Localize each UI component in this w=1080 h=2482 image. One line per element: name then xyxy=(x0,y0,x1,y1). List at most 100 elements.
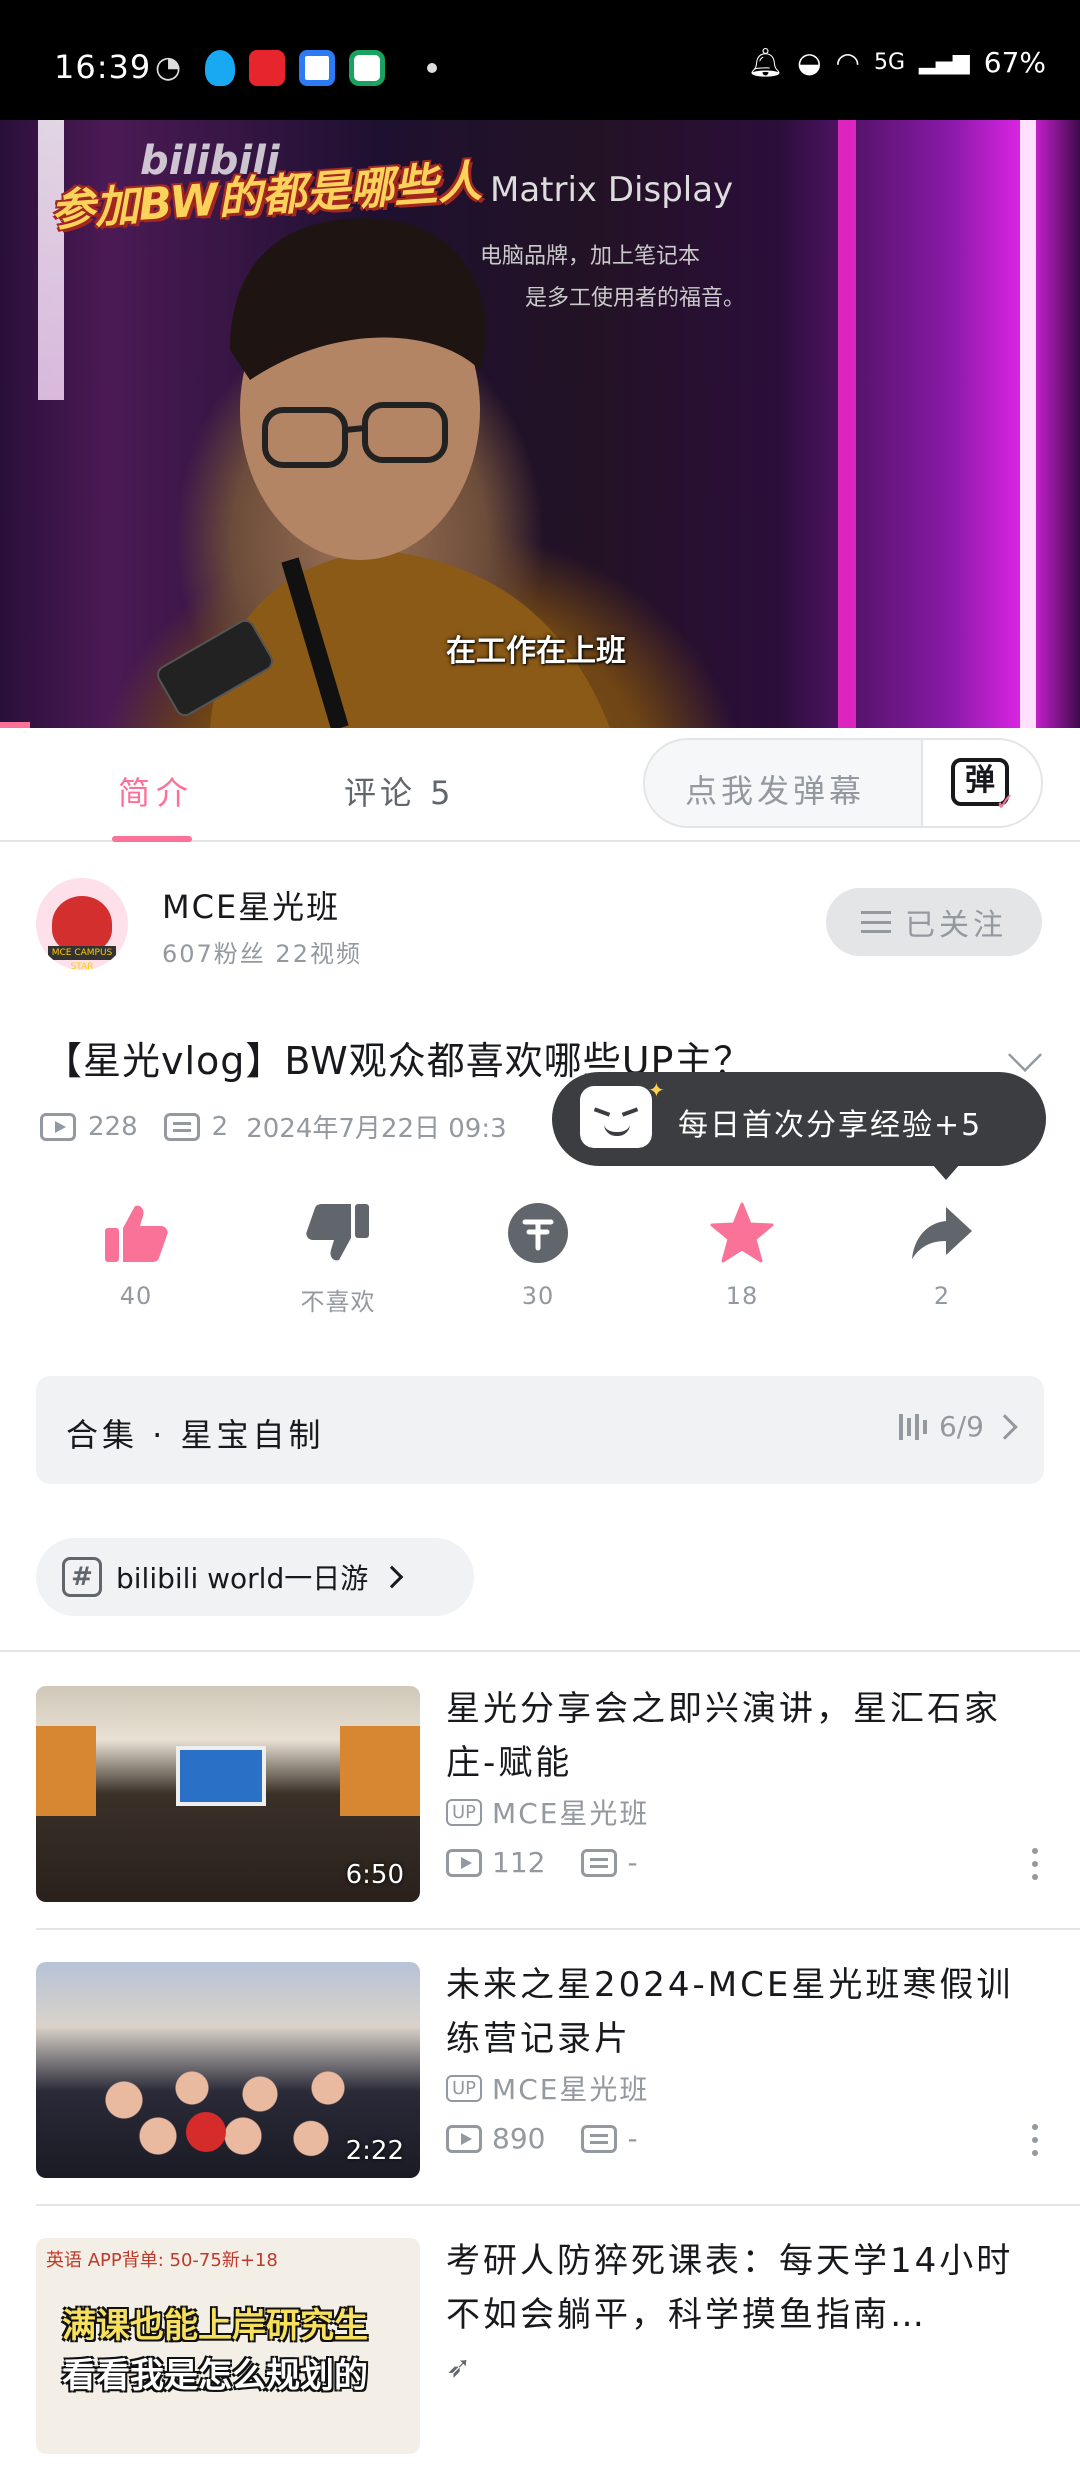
thumbnail-screen xyxy=(176,1746,266,1806)
related-video-stats: 112 - xyxy=(446,1846,638,1879)
danmaku-count: - xyxy=(627,2122,638,2155)
danmaku-count-icon xyxy=(581,2124,618,2153)
tab-intro[interactable]: 简介 xyxy=(118,768,194,814)
related-video-title: 星光分享会之即兴演讲，星汇石家庄-赋能 xyxy=(446,1689,1001,1783)
alarm-icon: 🔔︎ xyxy=(747,46,784,79)
rocket-icon: ➶ xyxy=(446,2350,474,2385)
video-meta: 228 2 2024年7月22日 09:3 xyxy=(40,1108,507,1145)
danmaku-placeholder: 点我发弹幕 xyxy=(685,772,866,810)
author-name[interactable]: MCE星光班 xyxy=(162,882,340,928)
dislike-button[interactable]: 不喜欢 xyxy=(258,1198,418,1317)
view-count: 228 xyxy=(88,1111,138,1142)
related-video-item[interactable]: 6:50 星光分享会之即兴演讲，星汇石家庄-赋能 UP MCE星光班 112 - xyxy=(0,1652,1080,1930)
share-count: 2 xyxy=(933,1282,951,1310)
topic-label: bilibili world一日游 xyxy=(116,1562,369,1595)
danmaku-count: 2 xyxy=(211,1111,229,1142)
related-video-up: UP MCE星光班 xyxy=(446,1792,649,1832)
video-thumbnail: 英语 APP背单: 50-75新+18 满课也能上岸研究生 看看我是怎么规划的 xyxy=(36,2238,420,2454)
coin-icon xyxy=(458,1198,618,1268)
play-count-icon xyxy=(40,1112,76,1141)
light-beam xyxy=(1020,120,1036,728)
app-green-icon xyxy=(349,50,385,86)
video-player[interactable]: bilibili 参加BW的都是哪些人 Matrix Display 电脑品牌，… xyxy=(0,120,1080,728)
thumbs-down-icon xyxy=(258,1198,418,1268)
danmaku-toggle-button[interactable]: 弹 ✓ xyxy=(921,740,1041,826)
danmaku-input[interactable]: 点我发弹幕 弹 ✓ xyxy=(643,738,1043,828)
play-count-icon xyxy=(446,1848,482,1877)
chevron-right-icon xyxy=(992,1413,1018,1440)
publish-date: 2024年7月22日 09:3 xyxy=(246,1114,507,1144)
up-name: MCE星光班 xyxy=(492,2073,650,2106)
author-row: MCE CAMPUS STAR MCE星光班 607粉丝 22视频 已关注 xyxy=(0,842,1080,992)
signal-bars-icon: ▂▄▆ xyxy=(919,50,970,75)
coin-button[interactable]: 30 xyxy=(458,1198,618,1310)
wifi-icon: ◠ xyxy=(835,46,860,79)
cake-icon: ◒ xyxy=(797,46,822,79)
view-count: 112 xyxy=(492,1846,546,1879)
video-duration: 2:22 xyxy=(345,2136,404,2166)
light-beam xyxy=(838,120,856,728)
wallet-icon xyxy=(299,50,335,86)
more-options-icon[interactable] xyxy=(1032,1848,1038,1880)
tv-mascot-icon xyxy=(580,1086,652,1148)
menu-lines-icon xyxy=(861,911,891,933)
video-thumbnail: 6:50 xyxy=(36,1686,420,1902)
video-subtitle: 在工作在上班 xyxy=(446,634,626,669)
topic-tag[interactable]: # bilibili world一日游 xyxy=(36,1538,474,1616)
status-right: 🔔︎ ◒ ◠ 5G ▂▄▆ 67% xyxy=(748,46,1046,79)
avatar[interactable]: MCE CAMPUS STAR xyxy=(36,878,128,970)
related-video-item[interactable]: 英语 APP背单: 50-75新+18 满课也能上岸研究生 看看我是怎么规划的 … xyxy=(0,2204,1080,2482)
dislike-label: 不喜欢 xyxy=(300,1288,376,1316)
tooltip-text: 每日首次分享经验+5 xyxy=(678,1108,983,1143)
follow-label: 已关注 xyxy=(905,908,1007,943)
sparkle-icon: ✦ xyxy=(648,1078,665,1102)
related-video-title: 考研人防猝死课表：每天学14小时不如会躺平，科学摸鱼指南… xyxy=(446,2241,1014,2335)
status-bar: 16:39 ◔ 🔔︎ ◒ ◠ 5G ▂▄▆ 67% xyxy=(0,0,1080,120)
thumbnail-wall xyxy=(340,1726,420,1816)
tab-comments[interactable]: 评论 5 xyxy=(344,768,455,814)
chevron-down-icon[interactable] xyxy=(1008,1038,1042,1072)
playing-bars-icon xyxy=(898,1413,927,1440)
thumbnail-scribble: 英语 APP背单: 50-75新+18 xyxy=(46,2250,278,2271)
light-beam xyxy=(38,120,64,400)
detail-tabs: 简介 评论 5 点我发弹幕 弹 ✓ xyxy=(0,728,1080,842)
weibo-icon xyxy=(249,50,285,86)
star-icon xyxy=(662,1198,822,1268)
related-video-stats: 890 - xyxy=(446,2122,638,2155)
coin-count: 30 xyxy=(521,1282,555,1310)
danmaku-count: - xyxy=(627,1846,638,1879)
thumbs-up-icon xyxy=(56,1198,216,1268)
related-video-title: 未来之星2024-MCE星光班寒假训练营记录片 xyxy=(446,1965,1014,2059)
collection-progress: 6/9 xyxy=(898,1410,1018,1443)
collection-label: 合集 · 星宝自制 xyxy=(66,1416,325,1454)
signal-5g: 5G xyxy=(873,50,905,75)
video-duration: 6:50 xyxy=(345,1860,404,1890)
danmaku-count-icon xyxy=(581,1848,618,1877)
more-options-icon[interactable] xyxy=(1032,2124,1038,2156)
share-exp-tooltip: ✦ 每日首次分享经验+5 xyxy=(552,1072,1046,1180)
notification-icons: ◔ xyxy=(155,50,437,86)
follow-button[interactable]: 已关注 xyxy=(826,888,1042,956)
check-icon: ✓ xyxy=(995,788,1016,816)
thumbnail-wall xyxy=(36,1726,96,1816)
share-arrow-icon xyxy=(862,1198,1022,1268)
favorite-button[interactable]: 18 xyxy=(662,1198,822,1310)
share-button[interactable]: 2 xyxy=(862,1198,1022,1310)
more-notifications-icon xyxy=(427,63,437,73)
collection-card[interactable]: 合集 · 星宝自制 6/9 xyxy=(36,1376,1044,1484)
qq-icon xyxy=(205,50,235,86)
up-badge-icon: UP xyxy=(446,1798,483,1826)
favorite-count: 18 xyxy=(725,1282,759,1310)
author-stats: 607粉丝 22视频 xyxy=(162,940,362,968)
battery-level: 67% xyxy=(983,46,1046,79)
hashtag-icon: # xyxy=(62,1557,102,1597)
play-count-icon xyxy=(446,2124,482,2153)
like-button[interactable]: 40 xyxy=(56,1198,216,1310)
thumbnail-caption: 满课也能上岸研究生 xyxy=(62,2306,368,2346)
related-video-item[interactable]: 2:22 未来之星2024-MCE星光班寒假训练营记录片 UP MCE星光班 8… xyxy=(0,1928,1080,2206)
thumbnail-caption: 看看我是怎么规划的 xyxy=(62,2356,368,2396)
danmaku-count-icon xyxy=(163,1112,200,1141)
avatar-mascot xyxy=(52,896,112,952)
wechat-icon: ◔ xyxy=(155,50,182,85)
like-count: 40 xyxy=(119,1282,153,1310)
